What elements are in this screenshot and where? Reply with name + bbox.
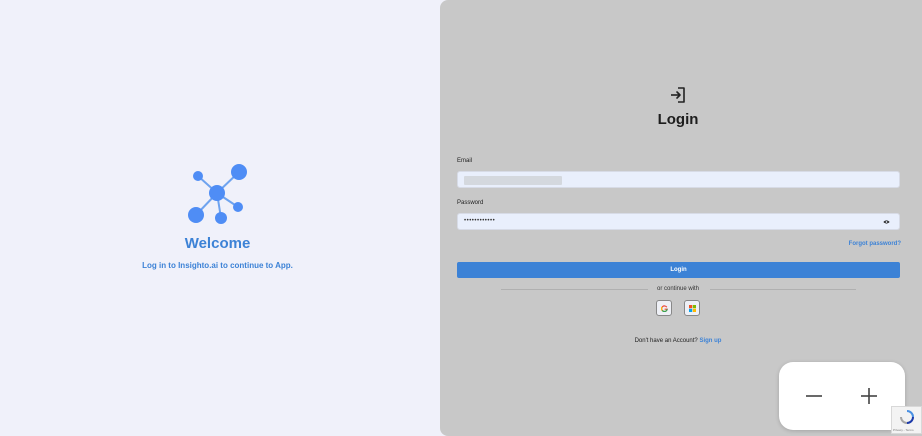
login-title: Login: [657, 111, 699, 128]
zoom-controls: [779, 362, 905, 430]
login-arrow-icon: [671, 87, 685, 103]
or-continue-text: or continue with: [656, 286, 700, 292]
network-nodes-icon: [188, 164, 247, 224]
welcome-title: Welcome: [184, 235, 251, 252]
no-account-text: Don't have an Account?: [634, 338, 698, 344]
welcome-panel: Welcome Log in to Insighto.ai to continu…: [0, 0, 440, 436]
google-login-button[interactable]: [656, 300, 672, 316]
microsoft-icon: [689, 305, 696, 312]
microsoft-login-button[interactable]: [684, 300, 700, 316]
minus-icon[interactable]: [804, 386, 824, 406]
google-icon: [661, 305, 668, 312]
email-label: Email: [457, 158, 473, 164]
login-button[interactable]: Login: [457, 262, 900, 278]
email-field[interactable]: [457, 171, 900, 188]
password-field[interactable]: ••••••••••••: [457, 213, 900, 230]
password-label: Password: [457, 200, 484, 206]
email-value: [464, 176, 562, 185]
signup-row: Don't have an Account? Sign up: [440, 338, 916, 344]
signup-link[interactable]: Sign up: [699, 338, 721, 344]
forgot-password-link[interactable]: Forgot password?: [849, 241, 901, 247]
password-value: ••••••••••••: [464, 218, 496, 224]
welcome-subtitle: Log in to Insighto.ai to continue to App…: [142, 261, 293, 270]
recaptcha-icon: [900, 410, 914, 424]
recaptcha-badge[interactable]: Privacy - Terms: [891, 406, 922, 434]
plus-icon[interactable]: [859, 386, 879, 406]
recaptcha-terms[interactable]: Privacy - Terms: [893, 428, 914, 432]
eye-icon[interactable]: [883, 219, 890, 225]
